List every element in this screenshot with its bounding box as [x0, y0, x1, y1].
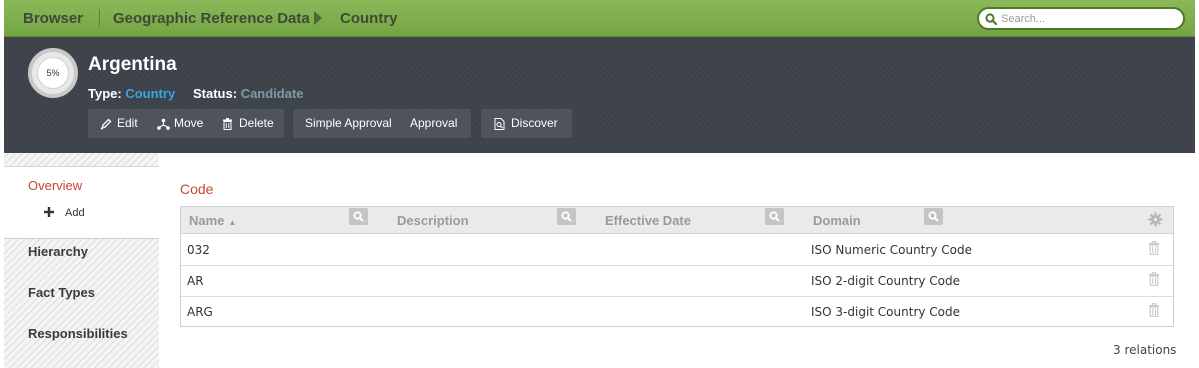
move-label: Move — [174, 116, 204, 130]
table-row[interactable]: 032 ISO Numeric Country Code — [181, 235, 1173, 266]
type-value-link[interactable]: Country — [125, 86, 175, 101]
breadcrumb-divider — [99, 9, 100, 27]
cell-name[interactable]: ARG — [187, 305, 213, 319]
sidebar-item-fact-types[interactable]: Fact Types — [28, 285, 95, 300]
workflow-actions-group: Simple Approval Approval — [293, 109, 471, 138]
trash-icon — [223, 118, 232, 130]
column-filter-description[interactable] — [557, 208, 576, 225]
breadcrumb-domain[interactable]: Country — [340, 10, 398, 27]
search-icon — [769, 211, 780, 222]
asset-header: 5% Argentina Type: Country Status: Candi… — [4, 37, 1195, 153]
search-icon — [353, 211, 364, 222]
search-input[interactable] — [1001, 11, 1176, 26]
sidebar-nav-list: Hierarchy Fact Types Responsibilities — [4, 238, 159, 368]
pencil-icon — [100, 118, 112, 130]
column-name-label: Name — [189, 213, 225, 228]
cell-name[interactable]: 032 — [187, 243, 210, 257]
cell-name[interactable]: AR — [187, 274, 204, 288]
discover-icon — [494, 118, 505, 130]
simple-approval-button[interactable]: Simple Approval — [305, 109, 395, 138]
relations-count: 3 relations — [1113, 343, 1177, 357]
approval-label: Approval — [410, 116, 458, 130]
table-row[interactable]: ARG ISO 3-digit Country Code — [181, 297, 1173, 328]
table-row[interactable]: AR ISO 2-digit Country Code — [181, 266, 1173, 297]
cell-domain[interactable]: ISO 2-digit Country Code — [811, 274, 960, 288]
gear-icon[interactable] — [1148, 212, 1163, 227]
plus-icon — [44, 207, 54, 217]
move-icon — [157, 118, 170, 130]
simple-approval-label: Simple Approval — [305, 116, 392, 130]
column-filter-effective-date[interactable] — [765, 208, 784, 225]
asset-title: Argentina — [88, 54, 177, 75]
move-button[interactable]: Move — [157, 109, 209, 138]
search-icon — [985, 13, 997, 25]
delete-row-icon[interactable] — [1148, 303, 1160, 317]
discover-button[interactable]: Discover — [494, 109, 566, 138]
discover-actions-group: Discover — [481, 109, 572, 138]
sidebar-item-overview[interactable]: Overview — [28, 178, 82, 193]
edit-label: Edit — [117, 116, 138, 130]
status-label: Status: — [193, 86, 238, 101]
column-header-domain[interactable]: Domain — [813, 213, 861, 228]
completeness-progress: 5% — [28, 48, 78, 98]
column-header-description[interactable]: Description — [397, 213, 469, 228]
type-label: Type: — [88, 86, 122, 101]
cell-domain[interactable]: ISO 3-digit Country Code — [811, 305, 960, 319]
sidebar-item-hierarchy[interactable]: Hierarchy — [28, 244, 88, 259]
asset-status: Status: Candidate — [193, 86, 304, 101]
approval-button[interactable]: Approval — [410, 109, 462, 138]
breadcrumb-browser[interactable]: Browser — [23, 10, 83, 27]
top-navigation-bar: Browser Geographic Reference Data Countr… — [4, 0, 1195, 37]
search-box[interactable] — [977, 7, 1185, 30]
breadcrumb-arrow-icon — [314, 11, 322, 25]
breadcrumb-community[interactable]: Geographic Reference Data — [113, 10, 310, 27]
column-filter-name[interactable] — [349, 208, 368, 225]
delete-button[interactable]: Delete — [222, 109, 278, 138]
table-header: Name ▲ Description Effective Date Domain — [181, 207, 1173, 234]
delete-label: Delete — [239, 116, 274, 130]
search-icon — [928, 211, 939, 222]
cell-domain[interactable]: ISO Numeric Country Code — [811, 243, 972, 257]
discover-label: Discover — [511, 116, 558, 130]
section-title: Code — [180, 181, 214, 197]
column-header-effective-date[interactable]: Effective Date — [605, 213, 691, 228]
add-label: Add — [65, 207, 85, 219]
sort-ascending-icon: ▲ — [228, 218, 237, 227]
edit-button[interactable]: Edit — [100, 109, 144, 138]
sidebar-top-strip — [4, 153, 159, 167]
delete-row-icon[interactable] — [1148, 241, 1160, 255]
edit-actions-group: Edit Move Delete — [88, 109, 284, 138]
column-filter-domain[interactable] — [924, 208, 943, 225]
asset-type: Type: Country — [88, 86, 175, 101]
sidebar-item-responsibilities[interactable]: Responsibilities — [28, 326, 128, 341]
progress-label: 5% — [37, 57, 69, 89]
relations-table: Name▲ Description Effective Date Domain — [180, 206, 1174, 327]
column-header-name[interactable]: Name ▲ — [189, 213, 236, 228]
search-icon — [561, 211, 572, 222]
delete-row-icon[interactable] — [1148, 272, 1160, 286]
status-value: Candidate — [240, 86, 304, 101]
left-sidebar: Overview Add Hierarchy Fact Types Respon… — [4, 153, 159, 368]
